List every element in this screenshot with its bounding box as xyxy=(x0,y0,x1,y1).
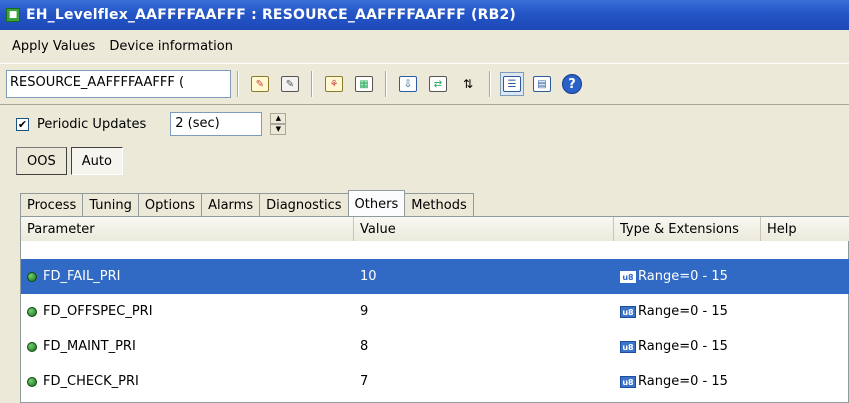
periodic-updates-row: ✔ Periodic Updates 2 (sec) ▲ ▼ xyxy=(0,106,849,142)
u8-type-icon: u8 xyxy=(620,340,636,353)
value-cell[interactable]: 9 xyxy=(354,294,614,329)
tab-others[interactable]: Others xyxy=(347,190,406,218)
window-title: EH_Levelflex_AAFFFFAAFFF : RESOURCE_AAFF… xyxy=(26,7,517,23)
range-text: Range=0 - 15 xyxy=(638,374,728,389)
tree-button[interactable]: ⚘ xyxy=(322,72,346,96)
parameter-status-icon xyxy=(27,341,37,352)
app-icon: ■ xyxy=(6,8,20,22)
menu-apply-values[interactable]: Apply Values xyxy=(12,39,95,54)
tree-icon: ⚘ xyxy=(325,76,343,92)
edit-doc-alt-icon: ✎ xyxy=(281,76,299,92)
tab-methods[interactable]: Methods xyxy=(404,193,474,217)
type-cell: u8 Range=0 - 15 xyxy=(614,259,849,294)
toolbar-separator xyxy=(237,71,239,97)
toolbar-separator xyxy=(311,71,313,97)
toolbar: RESOURCE_AAFFFFAAFFF ( ✎ ✎ ⚘ ▦ ⇩ ⇄ ⇅ ☰ ▤… xyxy=(0,63,849,105)
range-text: Range=0 - 15 xyxy=(638,339,728,354)
grid-spacer xyxy=(21,241,849,259)
parameter-cell: FD_CHECK_PRI xyxy=(21,364,354,399)
help-button[interactable]: ? xyxy=(560,72,584,96)
spin-down-icon[interactable]: ▼ xyxy=(270,124,287,135)
auto-button[interactable]: Auto xyxy=(70,147,123,175)
parameter-cell: FD_OFFSPEC_PRI xyxy=(21,294,354,329)
table-row[interactable]: FD_MAINT_PRI 8 u8 Range=0 - 15 xyxy=(21,329,849,364)
type-cell: u8 Range=0 - 15 xyxy=(614,364,849,399)
periodic-updates-checkbox[interactable]: ✔ xyxy=(16,117,29,131)
tab-diagnostics[interactable]: Diagnostics xyxy=(259,193,349,217)
sort-icon: ⇅ xyxy=(462,77,474,91)
edit-doc-icon: ✎ xyxy=(251,76,269,92)
menu-device-information[interactable]: Device information xyxy=(109,39,233,54)
column-header-value[interactable]: Value xyxy=(354,217,614,241)
resource-combo[interactable]: RESOURCE_AAFFFFAAFFF ( xyxy=(6,70,231,98)
tab-alarms[interactable]: Alarms xyxy=(201,193,261,217)
parameter-cell: FD_MAINT_PRI xyxy=(21,329,354,364)
tab-options[interactable]: Options xyxy=(137,193,203,217)
grid-rows: FD_FAIL_PRI 10 u8 Range=0 - 15 FD_OFFSPE… xyxy=(21,241,849,399)
title-bar[interactable]: ■ EH_Levelflex_AAFFFFAAFFF : RESOURCE_AA… xyxy=(0,0,849,30)
tab-strip: Process Tuning Options Alarms Diagnostic… xyxy=(20,189,474,218)
list-view-button[interactable]: ▤ xyxy=(530,72,554,96)
u8-type-icon: u8 xyxy=(620,375,636,388)
tab-tuning[interactable]: Tuning xyxy=(82,193,139,217)
menu-bar: Apply Values Device information xyxy=(0,30,849,63)
range-text: Range=0 - 15 xyxy=(638,304,728,319)
u8-type-icon: u8 xyxy=(620,305,636,318)
interval-spinner: 2 (sec) ▲ ▼ xyxy=(170,112,287,136)
parameter-status-icon xyxy=(27,306,37,317)
detail-view-button[interactable]: ☰ xyxy=(500,72,524,96)
parameter-name: FD_CHECK_PRI xyxy=(43,374,139,389)
column-header-parameter[interactable]: Parameter xyxy=(21,217,354,241)
toolbar-separator xyxy=(385,71,387,97)
spin-up-icon[interactable]: ▲ xyxy=(270,113,287,124)
table-row[interactable]: FD_FAIL_PRI 10 u8 Range=0 - 15 xyxy=(21,259,849,294)
value-cell[interactable]: 8 xyxy=(354,329,614,364)
interval-spin-buttons: ▲ ▼ xyxy=(270,113,287,135)
parameter-name: FD_FAIL_PRI xyxy=(43,269,121,284)
table-row[interactable]: FD_OFFSPEC_PRI 9 u8 Range=0 - 15 xyxy=(21,294,849,329)
column-header-help[interactable]: Help xyxy=(761,217,849,241)
help-icon: ? xyxy=(562,74,582,94)
range-text: Range=0 - 15 xyxy=(638,269,728,284)
download-button[interactable]: ⇩ xyxy=(396,72,420,96)
type-cell: u8 Range=0 - 15 xyxy=(614,294,849,329)
edit-doc-alt-button[interactable]: ✎ xyxy=(278,72,302,96)
parameter-status-icon xyxy=(27,271,37,282)
transfer-button[interactable]: ⇄ xyxy=(426,72,450,96)
list-view-icon: ▤ xyxy=(533,76,551,92)
transfer-icon: ⇄ xyxy=(429,76,447,92)
compare-button[interactable]: ▦ xyxy=(352,72,376,96)
tab-process[interactable]: Process xyxy=(20,193,84,217)
compare-icon: ▦ xyxy=(355,76,373,92)
parameter-name: FD_OFFSPEC_PRI xyxy=(43,304,153,319)
table-row[interactable]: FD_CHECK_PRI 7 u8 Range=0 - 15 xyxy=(21,364,849,399)
oos-button[interactable]: OOS xyxy=(16,147,67,175)
grid-header: Parameter Value Type & Extensions Help xyxy=(21,217,849,241)
parameter-cell: FD_FAIL_PRI xyxy=(21,259,354,294)
download-icon: ⇩ xyxy=(399,76,417,92)
periodic-updates-label: Periodic Updates xyxy=(37,116,147,132)
edit-doc-button[interactable]: ✎ xyxy=(248,72,272,96)
interval-input[interactable]: 2 (sec) xyxy=(170,112,263,136)
value-cell[interactable]: 10 xyxy=(354,259,614,294)
toolbar-separator xyxy=(489,71,491,97)
u8-type-icon: u8 xyxy=(620,270,636,283)
detail-view-icon: ☰ xyxy=(503,76,521,92)
parameter-status-icon xyxy=(27,376,37,387)
mode-buttons: OOS Auto xyxy=(16,147,123,175)
parameter-grid: Parameter Value Type & Extensions Help F… xyxy=(20,216,849,403)
value-cell[interactable]: 7 xyxy=(354,364,614,399)
column-header-type[interactable]: Type & Extensions xyxy=(614,217,761,241)
parameter-name: FD_MAINT_PRI xyxy=(43,339,136,354)
sort-button[interactable]: ⇅ xyxy=(456,72,480,96)
type-cell: u8 Range=0 - 15 xyxy=(614,329,849,364)
